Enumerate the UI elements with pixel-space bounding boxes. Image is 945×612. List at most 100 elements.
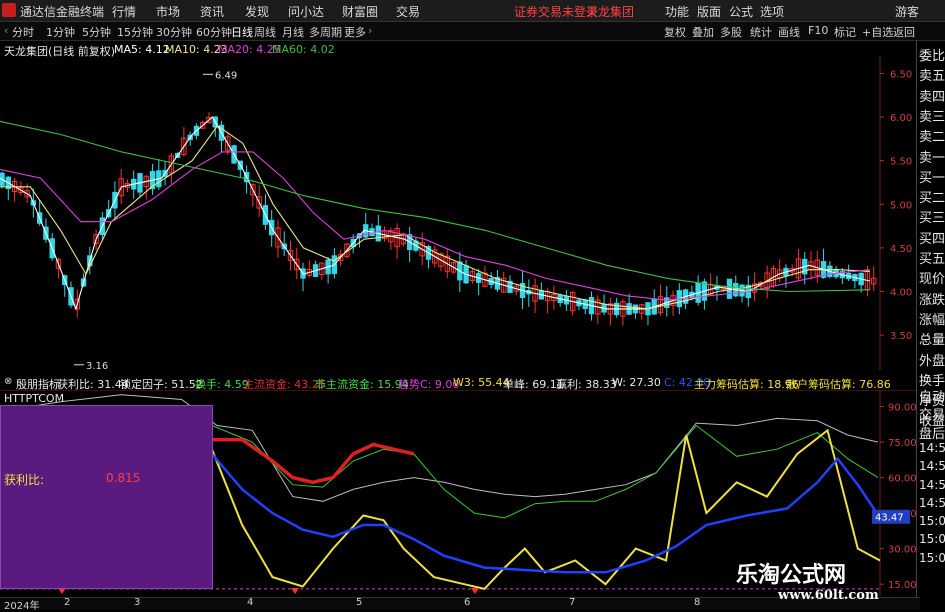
ma-line-ma5 xyxy=(0,116,871,311)
ma-line-ma10 xyxy=(0,125,870,310)
sidebar-label: 交易 xyxy=(919,408,945,424)
menu-item-faxian[interactable]: 发现 xyxy=(245,3,269,20)
price-tick-label: 3.50 xyxy=(890,331,912,342)
popup-value: 0.815 xyxy=(106,471,141,485)
guest-label[interactable]: 游客 xyxy=(895,3,919,20)
x-tick-label: 5 xyxy=(356,597,363,608)
sidebar-label: 买三 xyxy=(919,211,945,227)
ma5-legend: MA5: 4.12 xyxy=(114,43,170,56)
price-tick-label: 6.00 xyxy=(890,113,912,124)
menu-item-wenxiaoda[interactable]: 问小达 xyxy=(288,3,324,20)
period-daily[interactable]: 日线 xyxy=(231,24,253,40)
popup-label: 获利比: xyxy=(4,473,45,487)
period-multi[interactable]: 多周期 xyxy=(309,24,342,40)
brand-watermark: 乐淘公式网 www.60lt.com xyxy=(728,557,918,609)
high-annotation: 6.49 xyxy=(215,70,237,81)
sidebar-label: 委比 xyxy=(919,49,945,64)
brand-url: www.60lt.com xyxy=(778,588,879,603)
x-tick-label: 4 xyxy=(247,597,254,608)
toolbar-biaoji-button[interactable]: 标记 xyxy=(834,24,856,40)
menu-item-caifuquan[interactable]: 财富圈 xyxy=(342,3,378,20)
collapse-icon[interactable]: ‹ xyxy=(4,24,8,37)
period-weekly[interactable]: 周线 xyxy=(254,24,276,40)
sub-tick-label: 60.00 xyxy=(888,474,917,485)
toolbar-tongji-button[interactable]: 统计 xyxy=(750,24,772,40)
period-monthly[interactable]: 月线 xyxy=(282,24,304,40)
app-logo-icon xyxy=(2,3,16,17)
sidebar-label: 14:57 xyxy=(919,477,945,492)
sub-tick-label: 75.00 xyxy=(888,438,917,449)
period-1min[interactable]: 1分钟 xyxy=(46,24,75,40)
sidebar-divider xyxy=(916,40,917,609)
sidebar-label: 卖四 xyxy=(919,89,945,105)
toolbar-back-button[interactable]: 返回 xyxy=(893,24,915,40)
sidebar-label: 15:00 xyxy=(919,514,945,529)
sidebar-label: 14:56 xyxy=(919,459,945,474)
current-value-text: 43.47 xyxy=(875,513,904,524)
menu-item-hangqing[interactable]: 行情 xyxy=(112,3,136,20)
sidebar-label: 涨跌 xyxy=(919,292,945,308)
toolbar-diejia-button[interactable]: 叠加 xyxy=(692,24,714,40)
sidebar-label: 14:57 xyxy=(919,495,945,510)
sidebar-label: 15:00 xyxy=(919,532,945,547)
brand-cn: 乐淘公式网 xyxy=(736,562,847,588)
period-15min[interactable]: 15分钟 xyxy=(117,24,153,40)
info-popup: 获利比: 0.815 xyxy=(0,405,213,589)
signal-arrow-icon xyxy=(471,588,479,594)
sidebar-label: 买五 xyxy=(919,252,945,267)
app-title: 通达信金融终端 xyxy=(20,5,105,19)
sidebar-label: 买四 xyxy=(919,231,945,247)
menu-item-zixun[interactable]: 资讯 xyxy=(200,3,224,20)
sidebar-label: 外盘 xyxy=(919,353,945,369)
sub-legend-item: W3: 55.44 xyxy=(453,376,510,389)
menu-bar: 通达信金融终端 行情 市场 资讯 发现 问小达 财富圈 交易 证券交易未登录 天… xyxy=(0,0,945,22)
x-tick-label: 7 xyxy=(569,597,576,608)
menu-item-gongshi[interactable]: 公式 xyxy=(729,3,753,20)
price-tick-label: 6.50 xyxy=(890,69,912,80)
x-tick-label: 3 xyxy=(134,597,141,608)
period-more[interactable]: 更多 xyxy=(344,24,366,40)
more-dropdown-icon[interactable]: › xyxy=(368,24,372,37)
ma60-legend: MA60: 4.02 xyxy=(272,43,335,56)
menu-item-gongneng[interactable]: 功能 xyxy=(665,3,689,20)
stock-name-title: 天龙集团 xyxy=(586,5,635,19)
sidebar-label: 卖五 xyxy=(919,69,945,85)
ma-line-ma20 xyxy=(0,151,870,301)
x-tick-label: 8 xyxy=(694,597,701,608)
price-tick-label: 5.00 xyxy=(890,200,912,211)
period-5min[interactable]: 5分钟 xyxy=(82,24,111,40)
sidebar-label: 买二 xyxy=(919,191,945,207)
price-chart[interactable]: 6.50 6.00 5.50 5.00 4.50 4.00 3.50 6.49 3.16 xyxy=(0,56,918,370)
toolbar-huaxian-button[interactable]: 画线 xyxy=(778,24,800,40)
watermark-text: HTTPTCOM xyxy=(4,392,65,405)
price-tick-label: 4.50 xyxy=(890,244,912,255)
toolbar-duogu-button[interactable]: 多股 xyxy=(720,24,742,40)
menu-item-jiaoyi[interactable]: 交易 xyxy=(396,3,420,20)
menu-item-xuanxiang[interactable]: 选项 xyxy=(760,3,784,20)
period-toolbar: ‹ 分时 1分钟 5分钟 15分钟 30分钟 60分钟 日线 周线 月线 多周期… xyxy=(0,22,945,41)
sidebar-label: 盘后 xyxy=(919,426,945,442)
period-30min[interactable]: 30分钟 xyxy=(156,24,192,40)
x-tick-label: 6 xyxy=(464,597,471,608)
sidebar-label: 卖二 xyxy=(919,130,945,146)
menu-item-banmian[interactable]: 版面 xyxy=(697,3,721,20)
sidebar-label: 卖三 xyxy=(919,109,945,125)
toolbar-f10-button[interactable]: F10 xyxy=(808,24,828,37)
sidebar-label: 涨幅 xyxy=(919,312,945,328)
x-tick-label: 2024年 xyxy=(4,601,40,612)
menu-item-shichang[interactable]: 市场 xyxy=(156,3,180,20)
period-60min[interactable]: 60分钟 xyxy=(196,24,232,40)
price-tick-label: 4.00 xyxy=(890,288,912,299)
sub-chart-close-icon[interactable]: ⊗ xyxy=(4,376,12,387)
sidebar-label: 卖一 xyxy=(919,150,945,166)
indicator-line xyxy=(211,437,415,485)
sidebar-label: 15:00 xyxy=(919,550,945,565)
sidebar-label: 14:56 xyxy=(919,440,945,455)
sidebar-label: 现价 xyxy=(919,272,945,288)
x-tick-label: 2 xyxy=(64,597,71,608)
toolbar-zixuan-button[interactable]: +自选 xyxy=(862,24,893,40)
sidebar-label: 总量 xyxy=(919,333,945,349)
toolbar-fuquan-button[interactable]: 复权 xyxy=(664,24,686,40)
sub-tick-label: 30.00 xyxy=(888,545,917,556)
period-fenshi[interactable]: 分时 xyxy=(12,24,34,40)
